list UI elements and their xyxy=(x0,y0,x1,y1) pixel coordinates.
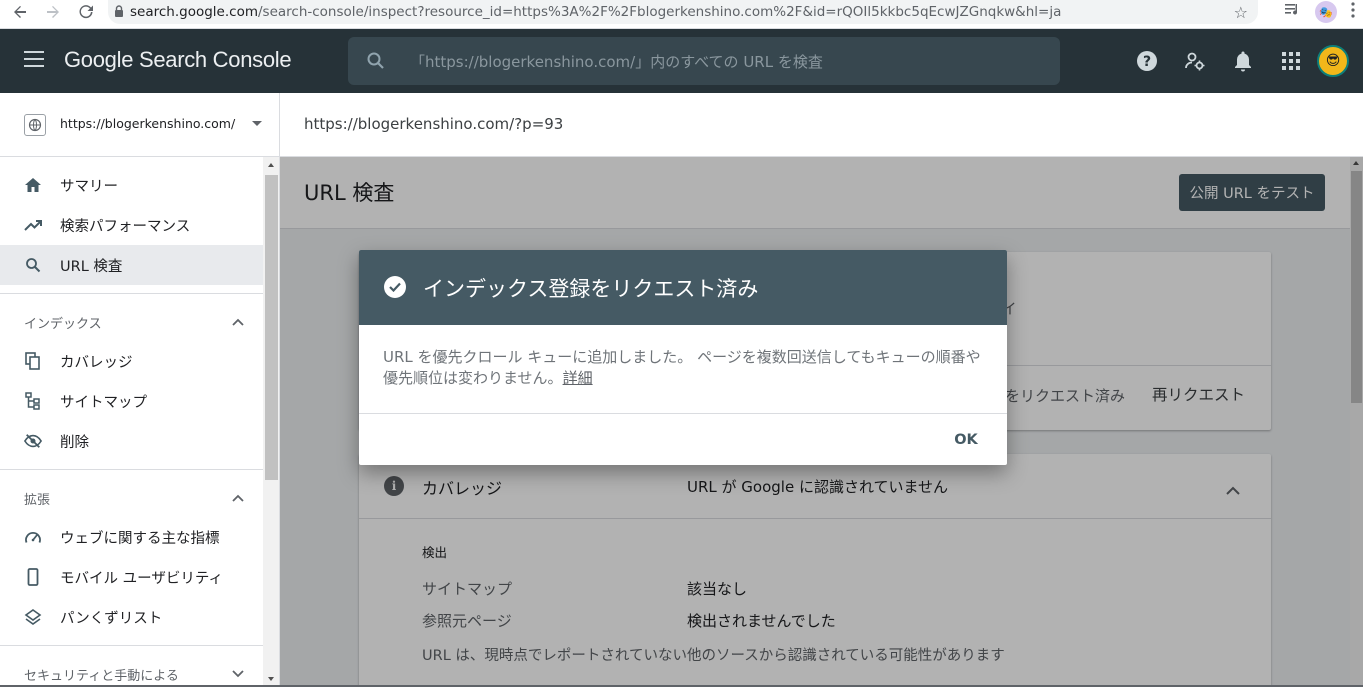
speed-icon xyxy=(24,528,42,546)
notifications-icon[interactable] xyxy=(1219,39,1267,83)
search-placeholder: 「https://blogerkenshino.com/」内のすべての URL … xyxy=(410,53,823,71)
sidebar-item-label: モバイル ユーザビリティ xyxy=(60,571,223,587)
sidebar-item-label: 削除 xyxy=(60,435,89,451)
sidebar-item-performance[interactable]: 検索パフォーマンス xyxy=(0,205,263,245)
bookmark-star-icon[interactable]: ☆ xyxy=(1234,3,1248,22)
sidebar-item-coverage[interactable]: カバレッジ xyxy=(0,341,263,381)
sidebar-section-index[interactable]: インデックス xyxy=(0,309,263,333)
file-copy-icon xyxy=(24,352,42,370)
visibility-off-icon xyxy=(24,432,42,450)
sidebar-section-security[interactable]: セキュリティと手動による xyxy=(0,661,263,685)
sidebar-item-sitemaps[interactable]: サイトマップ xyxy=(0,381,263,421)
address-bar[interactable]: search.google.com/search-console/inspect… xyxy=(108,0,1258,24)
property-selector[interactable]: https://blogerkenshino.com/ xyxy=(0,93,280,157)
section-label: セキュリティと手動による xyxy=(24,669,179,684)
home-icon xyxy=(24,176,42,194)
chevron-up-icon xyxy=(232,315,244,330)
sidebar-item-summary[interactable]: サマリー xyxy=(0,165,263,205)
dropdown-arrow-icon xyxy=(252,121,262,126)
sidebar-section-enhancements[interactable]: 拡張 xyxy=(0,485,263,509)
sidebar-item-url-inspection[interactable]: URL 検査 xyxy=(0,245,263,285)
chevron-up-icon xyxy=(232,491,244,506)
back-icon[interactable] xyxy=(9,1,31,23)
dialog-divider xyxy=(359,413,1007,414)
sidebar-item-label: パンくずリスト xyxy=(60,611,163,627)
sidebar-item-label: 検索パフォーマンス xyxy=(60,219,191,235)
chevron-down-icon xyxy=(232,667,244,682)
scroll-up-arrow-icon[interactable] xyxy=(268,163,274,167)
sidebar-item-label: URL 検査 xyxy=(60,259,123,275)
ok-button[interactable]: OK xyxy=(946,429,986,451)
indexing-requested-dialog: インデックス登録をリクエスト済み URL を優先クロール キューに追加しました。… xyxy=(359,250,1007,465)
address-host: search.google.com xyxy=(130,4,258,20)
sidebar-item-breadcrumbs[interactable]: パンくずリスト xyxy=(0,597,263,637)
smartphone-icon xyxy=(24,568,42,586)
search-icon xyxy=(366,51,386,75)
svg-text:?: ? xyxy=(1143,54,1151,70)
sidebar-item-removals[interactable]: 削除 xyxy=(0,421,263,461)
sidebar-item-label: ウェブに関する主な指標 xyxy=(60,531,220,547)
search-bar[interactable]: 「https://blogerkenshino.com/」内のすべての URL … xyxy=(348,37,1060,85)
sidebar-scrollbar[interactable] xyxy=(263,157,279,687)
layers-icon xyxy=(24,608,42,626)
account-avatar[interactable]: 😎 xyxy=(1317,45,1349,77)
check-circle-icon xyxy=(384,276,406,298)
browser-toolbar: search.google.com/search-console/inspect… xyxy=(0,0,1363,29)
property-bar: https://blogerkenshino.com/ https://blog… xyxy=(0,93,1363,157)
scroll-down-arrow-icon[interactable] xyxy=(268,677,274,681)
property-name: https://blogerkenshino.com/ xyxy=(60,116,236,131)
sitemap-icon xyxy=(24,392,42,410)
help-icon[interactable]: ? xyxy=(1123,39,1171,83)
sidebar-item-core-web-vitals[interactable]: ウェブに関する主な指標 xyxy=(0,517,263,557)
app-header: Google Search Console 「https://blogerken… xyxy=(0,29,1363,93)
browser-menu-icon[interactable] xyxy=(1351,2,1355,22)
sidebar-divider xyxy=(0,469,263,470)
sidebar-item-label: サマリー xyxy=(60,179,118,195)
brand-title: Google Search Console xyxy=(64,47,292,72)
sidebar-divider xyxy=(0,293,263,294)
sidebar-item-label: カバレッジ xyxy=(60,355,133,371)
apps-grid-icon[interactable] xyxy=(1267,39,1315,83)
forward-icon[interactable] xyxy=(42,1,64,23)
lock-icon xyxy=(108,4,130,20)
trending-up-icon xyxy=(24,216,42,234)
address-path: /search-console/inspect?resource_id=http… xyxy=(257,4,1062,20)
dialog-message: URL を優先クロール キューに追加しました。 ページを複数回送信してもキューの… xyxy=(383,347,983,389)
section-label: インデックス xyxy=(24,317,102,332)
sidebar-divider xyxy=(0,645,263,646)
menu-icon[interactable] xyxy=(24,51,44,67)
manage-users-icon[interactable] xyxy=(1171,39,1219,83)
learn-more-link[interactable]: 詳細 xyxy=(563,369,593,387)
sidebar-item-mobile-usability[interactable]: モバイル ユーザビリティ xyxy=(0,557,263,597)
scrollbar-thumb[interactable] xyxy=(265,175,278,480)
sidebar-item-label: サイトマップ xyxy=(60,395,147,411)
section-label: 拡張 xyxy=(24,493,51,508)
browser-profile-avatar[interactable]: 🎭 xyxy=(1315,1,1337,23)
search-icon xyxy=(24,256,42,274)
sidebar: サマリー 検索パフォーマンス URL 検査 インデックス カバレッジ サイトマッ… xyxy=(0,157,280,687)
globe-icon xyxy=(24,114,46,136)
media-queue-icon[interactable] xyxy=(1285,3,1301,21)
dialog-title: インデックス登録をリクエスト済み xyxy=(423,277,759,301)
inspected-url: https://blogerkenshino.com/?p=93 xyxy=(304,115,564,133)
dialog-header: インデックス登録をリクエスト済み xyxy=(359,250,1007,325)
reload-icon[interactable] xyxy=(75,1,97,23)
dialog-body-text: URL を優先クロール キューに追加しました。 ページを複数回送信してもキューの… xyxy=(383,348,981,387)
